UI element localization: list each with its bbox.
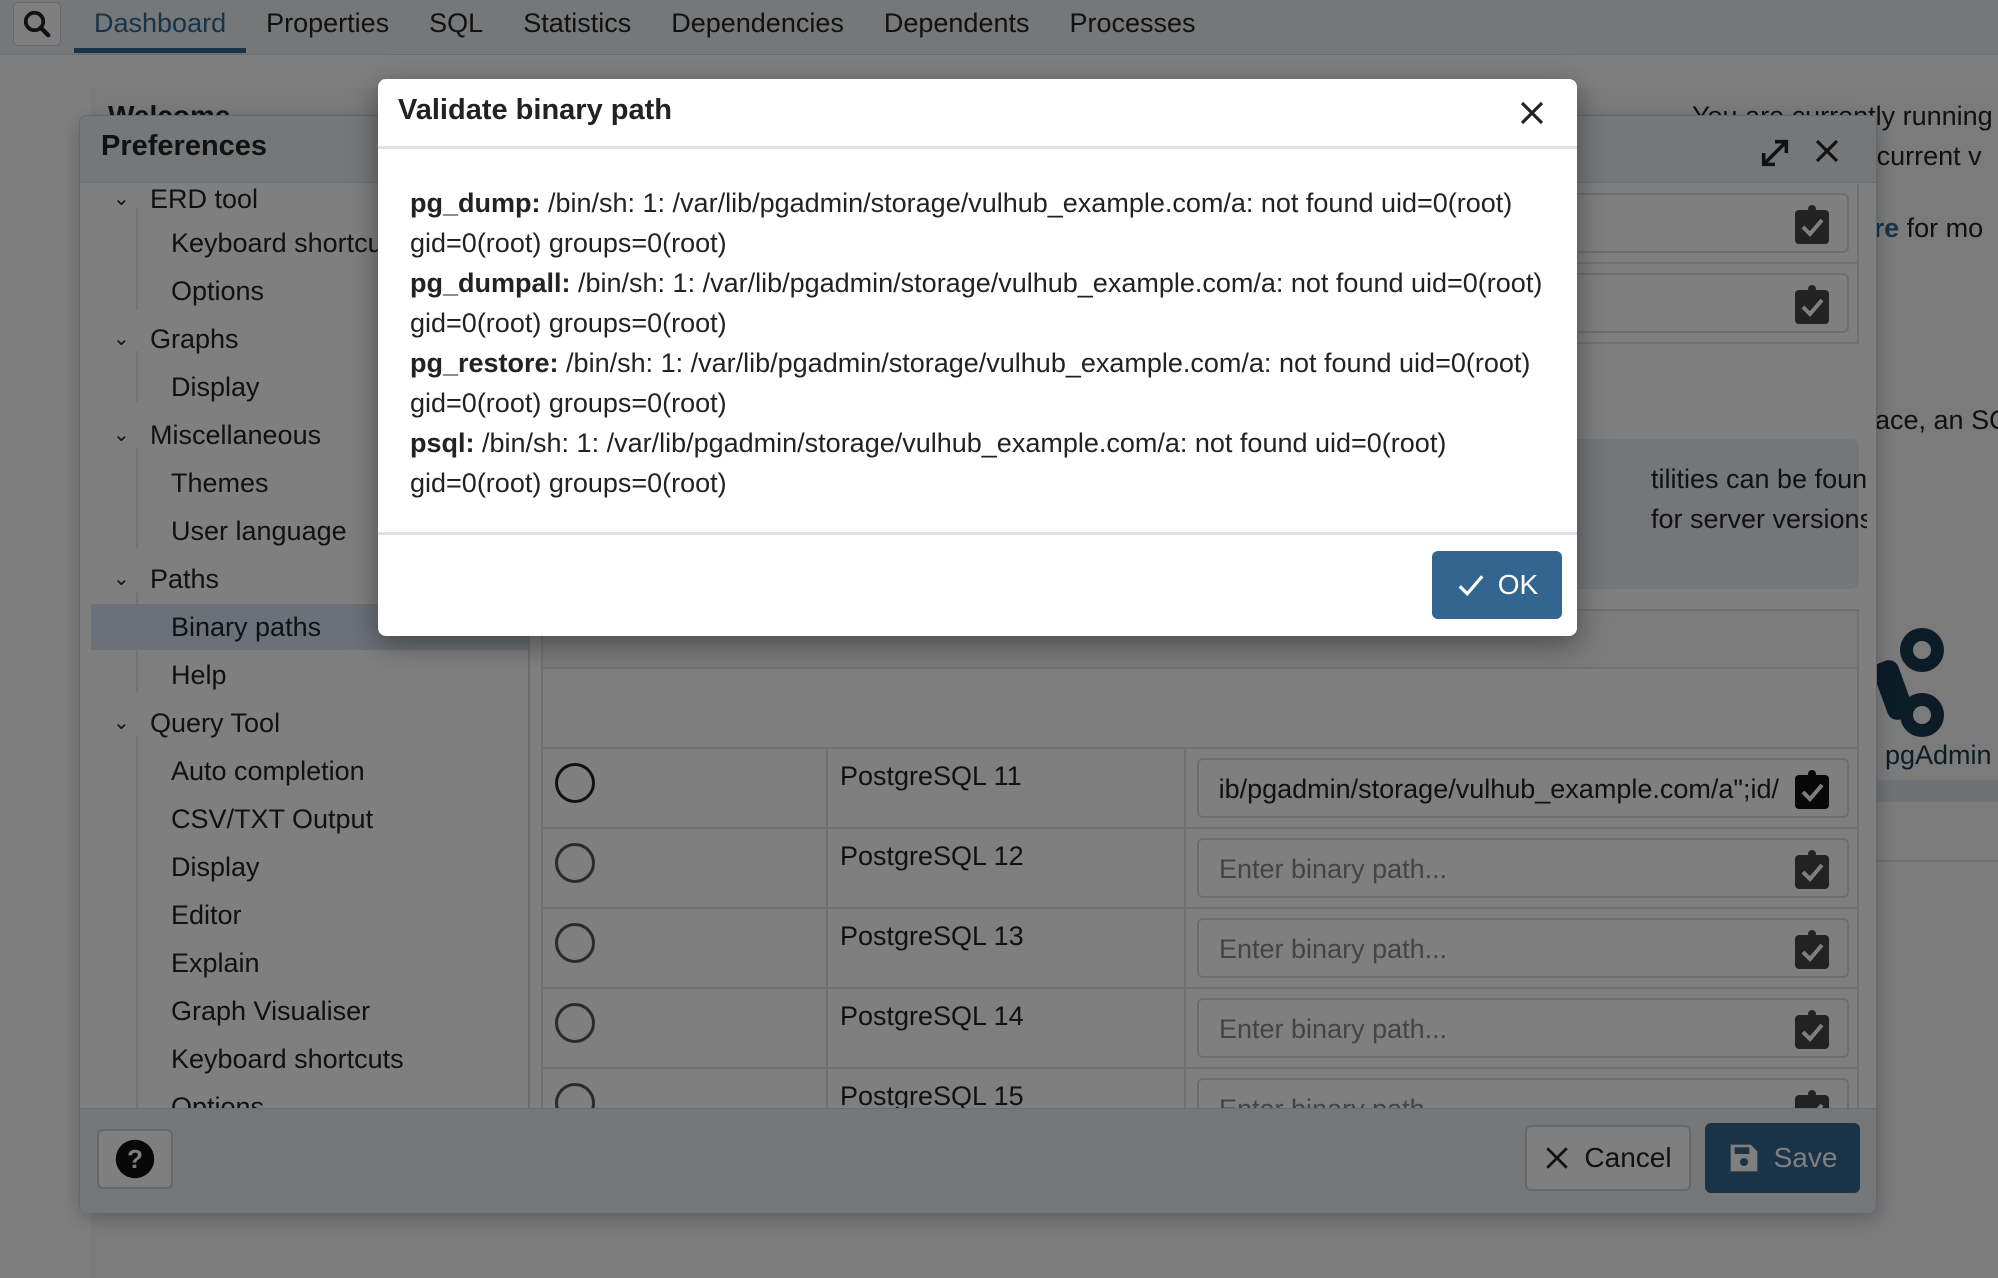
tool-name: pg_restore: <box>410 348 559 378</box>
tool-message: /bin/sh: 1: /var/lib/pgadmin/storage/vul… <box>410 188 1513 258</box>
ok-label: OK <box>1497 569 1539 600</box>
close-icon <box>1520 101 1544 125</box>
dialog-footer: OK <box>378 532 1577 636</box>
tool-name: psql: <box>410 428 475 458</box>
tool-message: /bin/sh: 1: /var/lib/pgadmin/storage/vul… <box>410 348 1531 418</box>
result-pg-restore: pg_restore: /bin/sh: 1: /var/lib/pgadmin… <box>410 343 1550 423</box>
result-psql: psql: /bin/sh: 1: /var/lib/pgadmin/stora… <box>410 423 1550 503</box>
result-pg-dumpall: pg_dumpall: /bin/sh: 1: /var/lib/pgadmin… <box>410 263 1550 343</box>
result-pg-dump: pg_dump: /bin/sh: 1: /var/lib/pgadmin/st… <box>410 183 1550 263</box>
dialog-title: Validate binary path <box>398 94 672 126</box>
validate-binary-path-dialog: Validate binary path pg_dump: /bin/sh: 1… <box>378 79 1577 636</box>
tool-message: /bin/sh: 1: /var/lib/pgadmin/storage/vul… <box>410 428 1447 498</box>
tool-name: pg_dump: <box>410 188 541 218</box>
validation-results: pg_dump: /bin/sh: 1: /var/lib/pgadmin/st… <box>410 183 1550 503</box>
dialog-close-button[interactable] <box>1517 98 1547 128</box>
check-icon <box>1458 575 1484 597</box>
tool-name: pg_dumpall: <box>410 268 571 298</box>
ok-button[interactable]: OK <box>1432 551 1562 619</box>
dialog-header: Validate binary path <box>378 79 1577 149</box>
tool-message: /bin/sh: 1: /var/lib/pgadmin/storage/vul… <box>410 268 1543 338</box>
